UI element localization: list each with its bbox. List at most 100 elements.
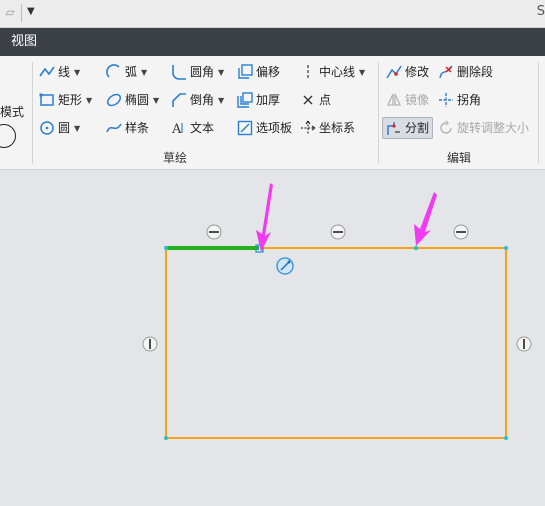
rectangle-button[interactable]: 矩形 ▼ <box>39 90 92 110</box>
customize-toolbar-dropdown-icon[interactable]: ▼ <box>27 4 35 20</box>
horizontal-constraint-icon[interactable] <box>330 224 346 240</box>
sketch-group-label: 草绘 <box>163 151 188 165</box>
text-button[interactable]: A 文本 <box>171 118 214 138</box>
rotate-resize-icon <box>438 120 454 136</box>
chevron-down-icon[interactable]: ▼ <box>141 68 147 77</box>
chevron-down-icon[interactable]: ▼ <box>218 68 224 77</box>
palette-icon <box>237 120 253 136</box>
vertex-point[interactable] <box>164 246 168 250</box>
chamfer-button[interactable]: 倒角 ▼ <box>171 90 224 110</box>
mirror-icon <box>386 92 402 108</box>
vertex-point[interactable] <box>504 246 508 250</box>
mirror-label: 镜像 <box>405 93 430 107</box>
divide-button[interactable]: 分割 <box>382 117 434 139</box>
mode-button[interactable]: 模式 <box>0 102 24 122</box>
chevron-down-icon[interactable]: ▼ <box>74 68 80 77</box>
divide-point[interactable] <box>413 245 419 251</box>
modify-label: 修改 <box>405 65 430 79</box>
delete-segment-icon <box>438 64 454 80</box>
circle-button[interactable]: 圆 ▼ <box>39 118 80 138</box>
thicken-label: 加厚 <box>256 93 281 107</box>
arc-button[interactable]: 弧 ▼ <box>106 62 147 82</box>
chevron-down-icon[interactable]: ▼ <box>86 96 92 105</box>
coincident-constraint-icon[interactable] <box>276 257 294 275</box>
vertical-constraint-icon[interactable] <box>142 336 158 352</box>
corner-button[interactable]: 拐角 <box>438 90 481 110</box>
chevron-down-icon[interactable]: ▼ <box>74 124 80 133</box>
vertical-constraint-icon[interactable] <box>516 336 532 352</box>
group-divider <box>538 62 539 164</box>
centerline-label: 中心线 <box>319 65 356 79</box>
rectangle-icon <box>39 92 55 108</box>
new-file-icon[interactable]: ▱ <box>2 4 18 20</box>
horizontal-constraint-icon[interactable] <box>453 224 469 240</box>
annotation-arrow <box>414 192 437 246</box>
centerline-icon <box>300 64 316 80</box>
window-title: S <box>536 4 545 19</box>
text-label: 文本 <box>190 121 215 135</box>
palette-label: 选项板 <box>256 121 293 135</box>
corner-icon <box>438 92 454 108</box>
divide-label: 分割 <box>405 121 430 135</box>
coordinate-system-button[interactable]: 坐标系 <box>300 118 355 138</box>
chevron-down-icon[interactable]: ▼ <box>218 96 224 105</box>
spline-button[interactable]: 样条 <box>106 118 149 138</box>
edit-group-label: 编辑 <box>447 151 472 165</box>
svg-text:A: A <box>171 122 182 136</box>
chevron-down-icon[interactable]: ▼ <box>359 68 365 77</box>
vertex-point[interactable] <box>504 436 508 440</box>
tab-view[interactable]: 视图 <box>11 33 37 51</box>
thicken-icon <box>237 92 253 108</box>
palette-button[interactable]: 选项板 <box>237 118 292 138</box>
offset-label: 偏移 <box>256 65 281 79</box>
ellipse-button[interactable]: 椭圆 ▼ <box>106 90 159 110</box>
coordinate-system-label: 坐标系 <box>319 121 356 135</box>
chevron-down-icon[interactable]: ▼ <box>153 96 159 105</box>
arc-label: 弧 <box>125 65 138 79</box>
horizontal-constraint-icon[interactable] <box>206 224 222 240</box>
coordinate-system-icon <box>300 120 316 136</box>
fillet-icon <box>171 64 187 80</box>
spline-icon <box>106 120 122 136</box>
toolbar-divider <box>21 4 22 22</box>
sketch-graphics[interactable] <box>0 170 545 503</box>
delete-segment-button[interactable]: 删除段 <box>438 62 493 82</box>
quick-access-toolbar: ▱ ▼ S <box>0 0 545 28</box>
chamfer-label: 倒角 <box>190 93 215 107</box>
delete-segment-label: 删除段 <box>457 65 494 79</box>
arc-icon <box>106 64 122 80</box>
corner-label: 拐角 <box>457 93 482 107</box>
circle-icon <box>39 120 55 136</box>
sketch-canvas[interactable] <box>0 170 545 503</box>
mirror-button[interactable]: 镜像 <box>386 90 429 110</box>
offset-icon <box>237 64 253 80</box>
vertex-point[interactable] <box>164 436 168 440</box>
chamfer-icon <box>171 92 187 108</box>
fillet-label: 圆角 <box>190 65 215 79</box>
point-icon <box>300 92 316 108</box>
text-icon: A <box>171 120 187 136</box>
line-label: 线 <box>58 65 71 79</box>
spline-label: 样条 <box>125 121 150 135</box>
ellipse-icon <box>106 92 122 108</box>
annotation-arrow <box>256 183 273 252</box>
line-button[interactable]: 线 ▼ <box>39 62 80 82</box>
divide-icon <box>386 120 402 136</box>
point-button[interactable]: 点 <box>300 90 331 110</box>
ellipse-label: 椭圆 <box>125 93 150 107</box>
ribbon-tab-bar: 视图 <box>0 28 545 56</box>
mode-circle-icon[interactable] <box>0 124 16 148</box>
modify-button[interactable]: 修改 <box>386 62 429 82</box>
offset-button[interactable]: 偏移 <box>237 62 280 82</box>
point-label: 点 <box>319 93 332 107</box>
ribbon-panel: 模式 线 ▼ 矩形 ▼ 圆 ▼ 弧 ▼ 椭圆 ▼ 样条 圆角 ▼ 倒角 ▼ A … <box>0 56 545 170</box>
group-divider <box>378 62 379 164</box>
circle-label: 圆 <box>58 121 71 135</box>
rotate-resize-label: 旋转调整大小 <box>457 121 530 135</box>
group-divider <box>32 62 33 164</box>
thicken-button[interactable]: 加厚 <box>237 90 280 110</box>
centerline-button[interactable]: 中心线 ▼ <box>300 62 365 82</box>
rotate-resize-button[interactable]: 旋转调整大小 <box>438 118 529 138</box>
fillet-button[interactable]: 圆角 ▼ <box>171 62 224 82</box>
modify-icon <box>386 64 402 80</box>
